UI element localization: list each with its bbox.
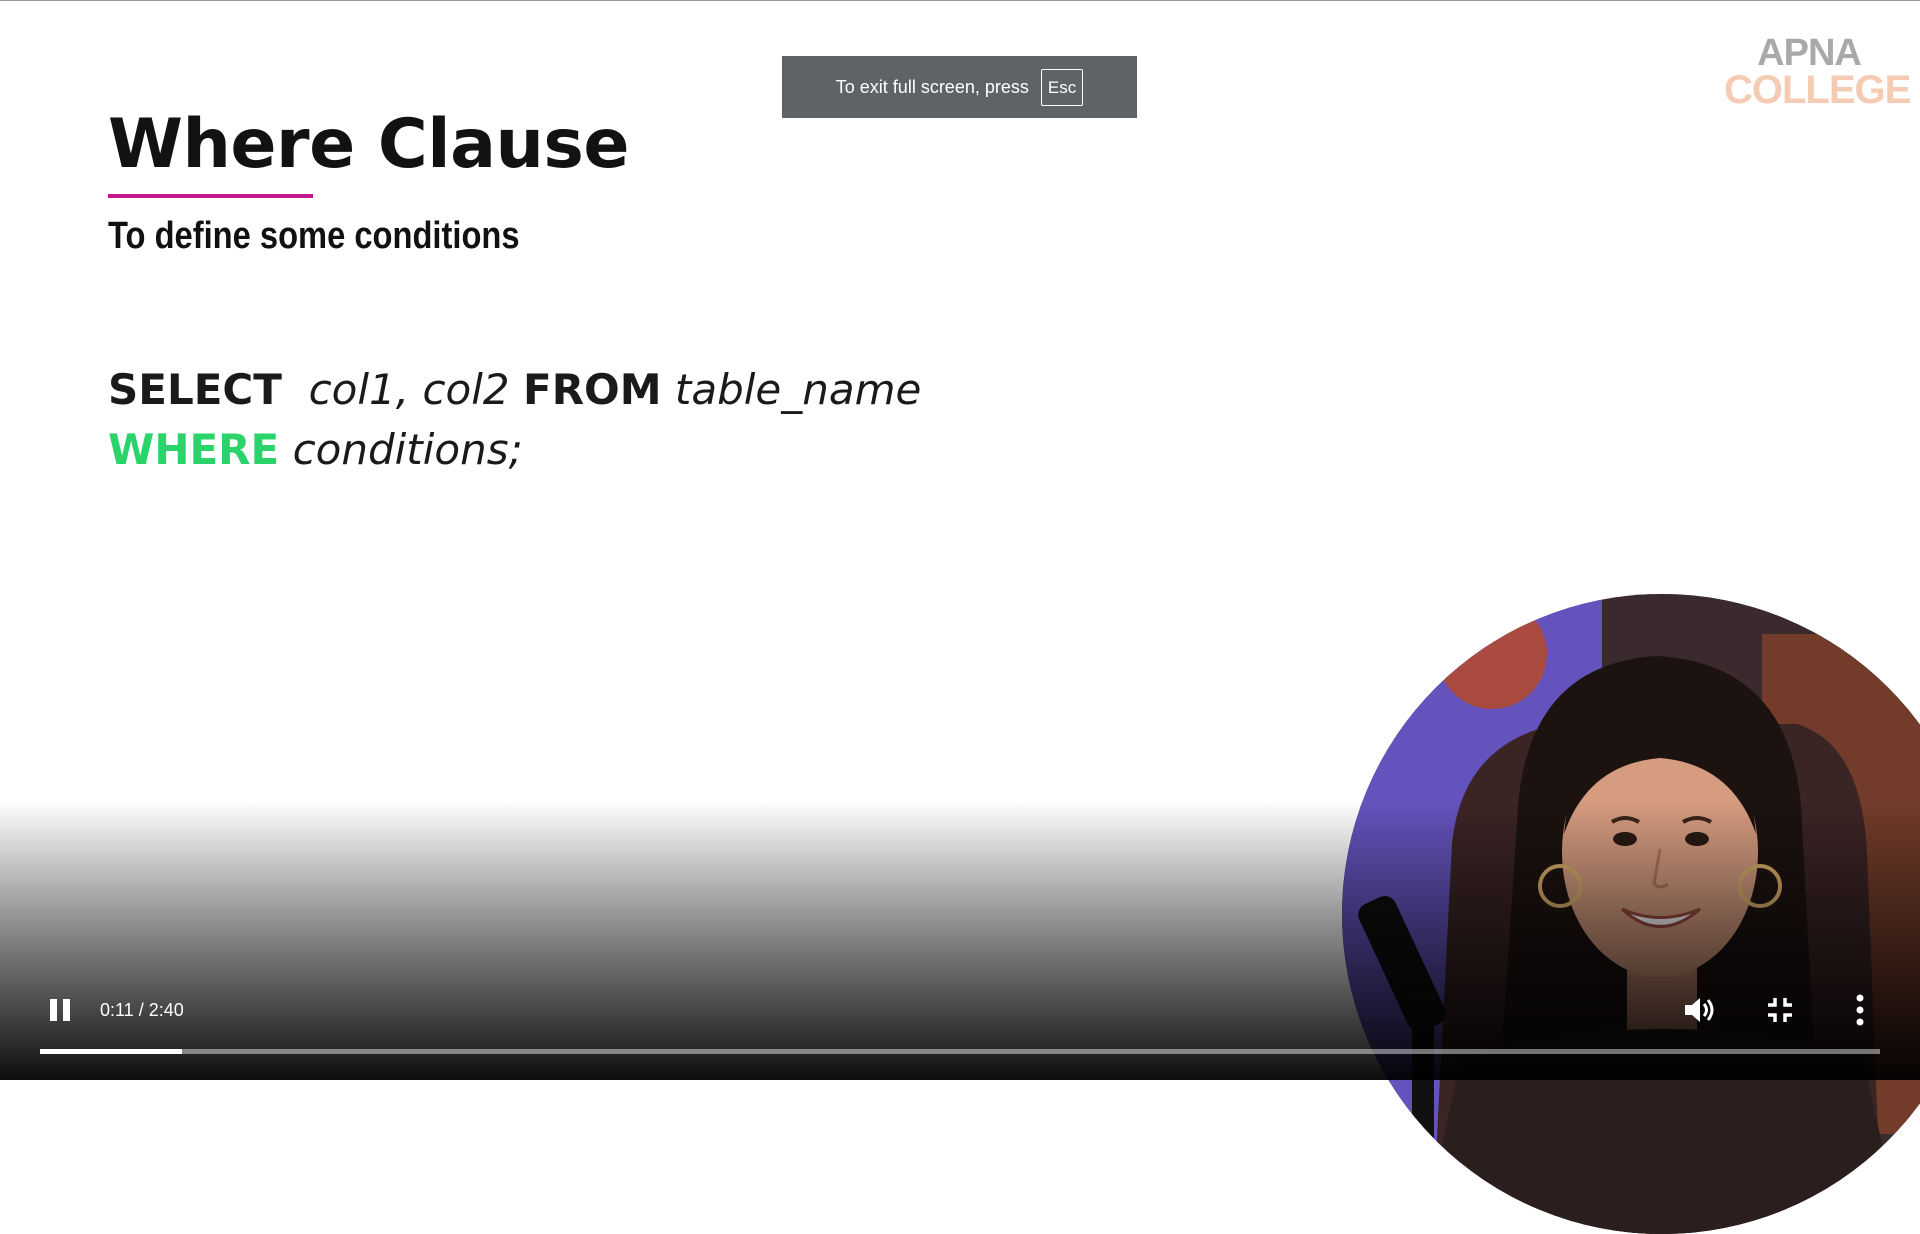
keyword-select: SELECT [108,365,282,414]
brand-logo-line2: COLLEGE [1724,68,1911,112]
esc-key-badge: Esc [1040,68,1084,106]
video-controls: 0:11 / 2:40 [0,980,1920,1040]
code-table-name: table_name [674,365,922,414]
volume-icon [1685,998,1714,1022]
fullscreen-exit-toast: To exit full screen, press Esc [782,56,1137,118]
code-line-2: WHERE conditions; [108,420,921,480]
code-line-1: SELECT col1, col2 FROM table_name [108,360,921,420]
brand-logo: APNA COLLEGE [1724,32,1911,112]
more-options-button[interactable] [1836,980,1884,1040]
sql-code-block: SELECT col1, col2 FROM table_name WHERE … [108,360,921,480]
more-vertical-icon [1856,994,1864,1026]
code-columns: col1, col2 [308,365,510,414]
progress-bar[interactable] [40,1049,1880,1054]
volume-button[interactable] [1676,980,1724,1040]
title-underline [108,194,313,198]
pause-icon [50,999,70,1021]
keyword-where: WHERE [108,425,280,474]
toast-message: To exit full screen, press [835,76,1029,97]
code-conditions: conditions; [292,425,523,474]
brand-logo-line1: APNA [1757,32,1862,74]
top-divider [0,0,1920,1]
slide-subtitle: To define some conditions [108,215,520,257]
video-frame[interactable]: Where Clause To define some conditions S… [0,0,1920,1234]
slide-title: Where Clause [108,105,629,184]
keyword-from: FROM [523,365,662,414]
time-display: 0:11 / 2:40 [100,1000,184,1020]
progress-bar-played [40,1049,182,1054]
exit-fullscreen-icon [1768,998,1792,1022]
exit-fullscreen-button[interactable] [1756,980,1804,1040]
pause-button[interactable] [38,980,82,1040]
